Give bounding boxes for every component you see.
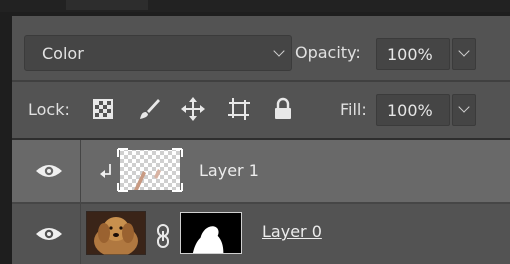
clipping-mask-arrow-icon xyxy=(100,164,111,178)
chevron-down-icon xyxy=(273,45,285,57)
lock-artboard-icon[interactable] xyxy=(226,96,252,122)
fill-field[interactable]: 100% xyxy=(376,94,450,126)
app-frame: Color Opacity: 100% Lock: Fill: 100% Lay… xyxy=(0,0,510,264)
opacity-field[interactable]: 100% xyxy=(376,38,450,70)
fill-label: Fill: xyxy=(340,100,367,119)
lock-label: Lock: xyxy=(28,100,70,119)
layer-row-layer-1[interactable]: Layer 1 xyxy=(12,140,510,202)
fill-dropdown-button[interactable] xyxy=(452,94,476,126)
lock-all-icon[interactable] xyxy=(270,96,296,122)
layer-0-thumbnail[interactable] xyxy=(86,211,146,255)
opacity-dropdown-button[interactable] xyxy=(452,38,476,70)
lock-image-pixels-icon[interactable] xyxy=(136,96,162,122)
column-divider xyxy=(80,140,81,202)
layer-mask-thumbnail[interactable] xyxy=(180,212,242,254)
visibility-eye-icon[interactable] xyxy=(34,161,64,181)
blend-mode-value: Color xyxy=(42,44,84,63)
layer-name[interactable]: Layer 1 xyxy=(199,161,259,180)
column-divider xyxy=(80,204,81,264)
fill-value: 100% xyxy=(387,101,433,120)
layers-panel: Color Opacity: 100% Lock: Fill: 100% Lay… xyxy=(12,16,510,264)
chevron-down-icon xyxy=(458,101,470,113)
panel-tab[interactable] xyxy=(66,0,148,10)
lock-position-icon[interactable] xyxy=(180,96,206,122)
opacity-value: 100% xyxy=(387,45,433,64)
mask-link-chain-icon[interactable] xyxy=(154,223,172,249)
top-tab-strip xyxy=(0,0,510,12)
chevron-down-icon xyxy=(458,45,470,57)
blend-opacity-row: Color Opacity: 100% xyxy=(12,16,510,81)
layer-1-thumbnail[interactable] xyxy=(116,147,184,193)
visibility-eye-icon[interactable] xyxy=(34,224,64,244)
layer-row-layer-0[interactable]: Layer 0 xyxy=(12,204,510,264)
blend-mode-select[interactable]: Color xyxy=(24,35,292,71)
lock-transparent-pixels-icon[interactable] xyxy=(90,96,116,122)
layer-name[interactable]: Layer 0 xyxy=(262,222,322,241)
opacity-label: Opacity: xyxy=(295,43,361,62)
